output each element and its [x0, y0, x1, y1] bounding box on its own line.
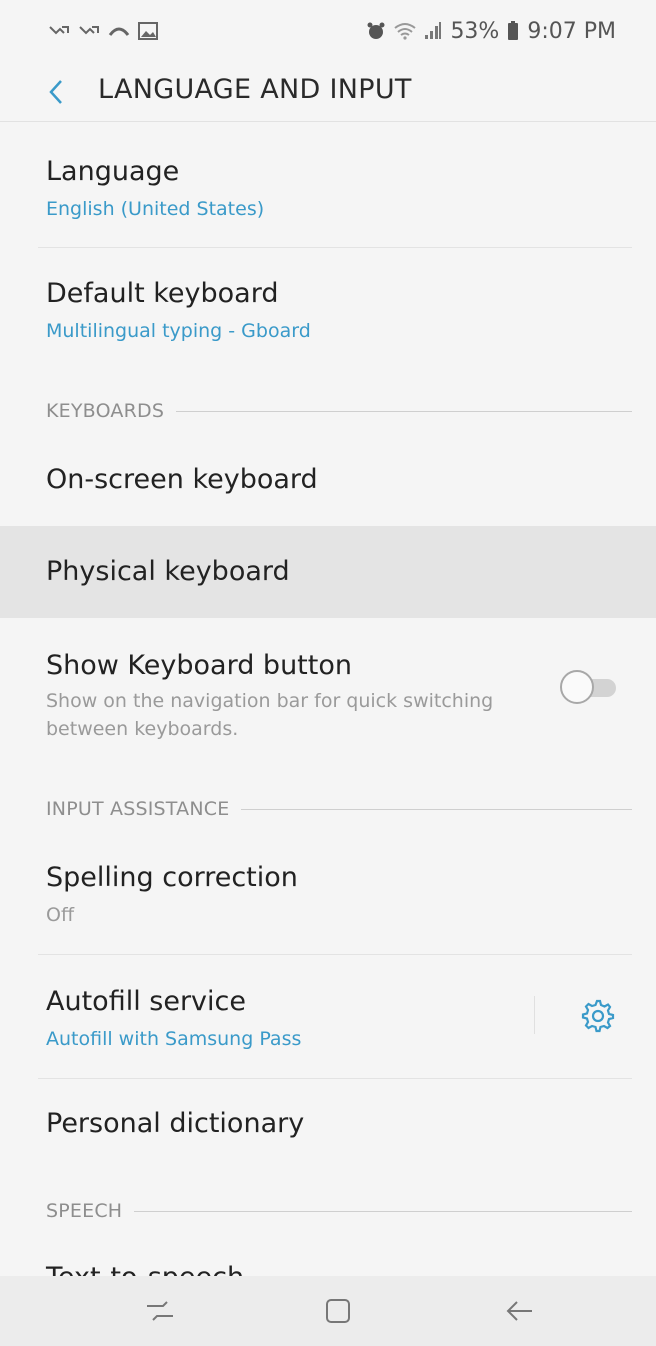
- page-title: LANGUAGE AND INPUT: [98, 74, 412, 105]
- clock: 9:07 PM: [527, 18, 616, 44]
- section-header-keyboards: KEYBOARDS: [46, 396, 632, 426]
- divider: [38, 1078, 632, 1079]
- setting-spelling-correction-value: Off: [46, 904, 75, 926]
- setting-text-to-speech[interactable]: Text-to-speech: [0, 1236, 656, 1276]
- battery-percent: 53%: [450, 18, 500, 44]
- voicemail-icon: [108, 23, 130, 39]
- missed-call-icon: [48, 23, 70, 39]
- show-keyboard-button-toggle[interactable]: [560, 670, 618, 704]
- image-icon: [138, 22, 158, 40]
- divider: [38, 247, 632, 248]
- section-label: INPUT ASSISTANCE: [46, 798, 230, 820]
- status-bar: 53% 9:07 PM: [0, 0, 656, 62]
- recents-button[interactable]: [138, 1291, 182, 1331]
- section-divider: [176, 410, 632, 412]
- setting-physical-keyboard-title: Physical keyboard: [46, 556, 290, 587]
- back-arrow-icon: [506, 1301, 532, 1321]
- setting-show-keyboard-button-title: Show Keyboard button: [46, 650, 352, 681]
- notification-icons: [48, 22, 158, 40]
- setting-autofill-service-title: Autofill service: [46, 986, 246, 1017]
- section-label: KEYBOARDS: [46, 400, 165, 422]
- chevron-left-icon: [49, 80, 62, 104]
- divider: [38, 954, 632, 955]
- setting-physical-keyboard[interactable]: Physical keyboard: [0, 526, 656, 618]
- section-divider: [134, 1210, 632, 1212]
- setting-default-keyboard[interactable]: Default keyboard Multilingual typing - G…: [0, 250, 656, 370]
- setting-personal-dictionary-title: Personal dictionary: [46, 1108, 305, 1139]
- setting-autofill-service-value: Autofill with Samsung Pass: [46, 1028, 302, 1050]
- setting-language-value: English (United States): [46, 198, 265, 220]
- autofill-settings-button[interactable]: [578, 996, 616, 1034]
- missed-call-icon: [78, 23, 100, 39]
- settings-screen: 53% 9:07 PM LANGUAGE AND INPUT Language …: [0, 0, 656, 1346]
- section-header-input-assistance: INPUT ASSISTANCE: [46, 794, 632, 824]
- alarm-icon: [366, 21, 386, 41]
- setting-show-keyboard-button-desc-line1: Show on the navigation bar for quick swi…: [46, 690, 494, 712]
- section-label: SPEECH: [46, 1200, 123, 1222]
- back-nav-button[interactable]: [498, 1291, 542, 1331]
- setting-default-keyboard-value: Multilingual typing - Gboard: [46, 320, 311, 342]
- toggle-knob: [560, 670, 594, 704]
- signal-icon: [424, 22, 442, 40]
- system-icons: 53% 9:07 PM: [366, 19, 616, 44]
- back-button[interactable]: [38, 74, 74, 110]
- setting-onscreen-keyboard-title: On-screen keyboard: [46, 464, 318, 495]
- vertical-separator: [534, 996, 535, 1034]
- setting-show-keyboard-button[interactable]: Show Keyboard button Show on the navigat…: [0, 620, 656, 770]
- app-bar: LANGUAGE AND INPUT: [0, 62, 656, 122]
- setting-spelling-correction-title: Spelling correction: [46, 862, 298, 893]
- setting-language-title: Language: [46, 156, 180, 187]
- wifi-icon: [394, 22, 417, 40]
- battery-icon: [507, 21, 519, 41]
- setting-autofill-service[interactable]: Autofill service Autofill with Samsung P…: [0, 956, 656, 1076]
- setting-show-keyboard-button-desc-line2: between keyboards.: [46, 718, 239, 740]
- setting-language[interactable]: Language English (United States): [0, 130, 656, 248]
- navigation-bar: [0, 1276, 656, 1346]
- setting-default-keyboard-title: Default keyboard: [46, 278, 279, 309]
- home-icon: [326, 1299, 350, 1323]
- setting-spelling-correction[interactable]: Spelling correction Off: [0, 834, 656, 954]
- setting-personal-dictionary[interactable]: Personal dictionary: [0, 1080, 656, 1180]
- gear-icon: [581, 999, 615, 1033]
- section-header-speech: SPEECH: [46, 1196, 632, 1226]
- setting-onscreen-keyboard[interactable]: On-screen keyboard: [0, 436, 656, 524]
- home-button[interactable]: [316, 1291, 360, 1331]
- setting-text-to-speech-title: Text-to-speech: [46, 1262, 244, 1276]
- section-divider: [241, 808, 632, 810]
- recents-icon: [147, 1301, 173, 1321]
